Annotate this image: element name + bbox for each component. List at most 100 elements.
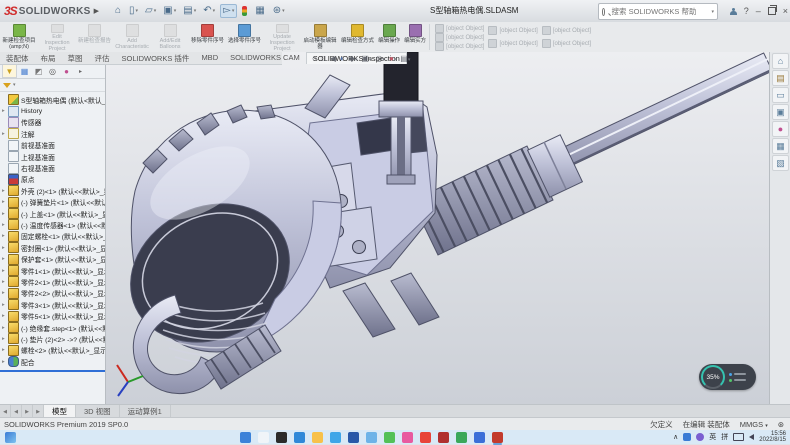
file-explorer-icon[interactable] — [312, 432, 323, 443]
tray-onedrive-icon[interactable] — [683, 433, 691, 441]
panel-chevron-icon[interactable]: ▸ — [74, 65, 87, 77]
view-orientation-icon[interactable]: ◆▾ — [349, 54, 358, 63]
home-icon[interactable]: ⌂ — [113, 5, 124, 17]
search-icon[interactable] — [258, 432, 269, 443]
zoom-area-icon[interactable]: □ — [321, 54, 326, 63]
file-explorer-tab-icon[interactable]: ▭ — [772, 87, 789, 103]
tree-filter[interactable]: ▾ — [0, 79, 105, 92]
close-button[interactable]: × — [783, 6, 788, 16]
tree-item[interactable]: ▸ S型轴箱热电偶 (默认<默认_显示状态-1 — [0, 94, 105, 105]
rebuild-icon[interactable]: ▮ — [240, 5, 250, 17]
tree-item[interactable]: ▸ 配合 — [0, 356, 105, 367]
print-icon[interactable]: ▤ ▾ — [181, 5, 198, 17]
ribbon-tab[interactable]: 装配体 — [0, 52, 35, 64]
options-icon[interactable]: ⊛ ▾ — [271, 5, 287, 17]
tree-item[interactable]: ▸ History — [0, 105, 105, 116]
hide-show-items-icon[interactable]: ◎▾ — [375, 54, 385, 63]
cast-icon[interactable] — [733, 433, 744, 441]
custom-properties-tab-icon[interactable]: ▦ — [772, 138, 789, 154]
ime-language-indicator[interactable]: 英 — [709, 432, 716, 442]
ribbon-button[interactable]: 编辑检查方式 — [339, 22, 376, 52]
save-icon[interactable]: ▣ ▾ — [161, 5, 178, 17]
tree-item[interactable]: ▸ (-) 温度传感器<1> (默认<<默认>_ — [0, 219, 105, 230]
design-library-tab-icon[interactable]: ▤ — [772, 70, 789, 86]
search-caret-icon[interactable]: ▾ — [711, 9, 714, 15]
ribbon-button[interactable]: Add Characteristic — [113, 22, 151, 52]
tree-item[interactable]: ▸ 传感器 — [0, 117, 105, 128]
ribbon-tab[interactable]: SOLIDWORKS 插件 — [116, 52, 196, 64]
taskbar-clock[interactable]: 15:562022/8/15 — [759, 431, 786, 444]
ribbon-tab[interactable]: 草图 — [62, 52, 89, 64]
edge-icon[interactable] — [294, 432, 305, 443]
ribbon-button[interactable]: Edit Inspection Project — [38, 22, 76, 52]
tree-item[interactable]: ▸ 零件2<1> (默认<<默认>_显示状态 — [0, 276, 105, 287]
view-settings-icon[interactable]: ▤▾ — [400, 54, 410, 63]
tree-item[interactable]: ▸ 右视基准面 — [0, 162, 105, 173]
tree-item[interactable]: ▸ 外壳 (2)<1> (默认<<默认>_显示状 — [0, 185, 105, 196]
export-menu-item[interactable]: [object Object] — [435, 24, 484, 33]
tree-item[interactable]: ▸ 固定螺栓<1> (默认<<默认>_显示 — [0, 231, 105, 242]
ribbon-button[interactable]: 新建检查项目 (amp;N) — [0, 22, 38, 52]
undo-icon[interactable]: ↶ ▾ — [201, 5, 217, 17]
select-icon[interactable]: ▻ ▾ — [220, 4, 237, 18]
tree-item[interactable]: ▸ 零件2<2> (默认<<默认>_显示状态 — [0, 288, 105, 299]
export-menu-item[interactable]: [object Object] — [542, 39, 591, 48]
tree-item[interactable]: ▸ 零件1<1> (默认<<默认>_显示状态 — [0, 265, 105, 276]
minimize-button[interactable]: – — [756, 6, 761, 16]
ribbon-button[interactable]: 启动模板编辑器 — [301, 22, 339, 52]
status-gear-icon[interactable]: ⊛ — [778, 420, 784, 429]
ribbon-button[interactable]: 编辑操作 — [376, 22, 402, 52]
featuremanager-tab-icon[interactable]: ▼ — [2, 64, 17, 78]
section-view-icon[interactable]: ◐ — [340, 54, 345, 63]
tree-item[interactable]: ▸ 上视基准面 — [0, 151, 105, 162]
ime-mode-indicator[interactable]: 拼 — [721, 432, 728, 442]
start-icon[interactable] — [240, 432, 251, 443]
ribbon-tab[interactable]: SOLIDWORKS CAM — [224, 52, 306, 64]
ribbon-tab[interactable]: 评估 — [89, 52, 116, 64]
tree-item[interactable]: ▸ 零件5<1> (默认<<默认>_显示状态 — [0, 310, 105, 321]
resources-tab-icon[interactable]: ⌂ — [772, 53, 789, 69]
zoom-fit-icon[interactable]: ○ — [312, 54, 317, 63]
color-wheel-icon[interactable] — [402, 432, 413, 443]
forum-tab-icon[interactable]: ▧ — [772, 155, 789, 171]
solidworks-taskbar-icon[interactable] — [492, 432, 503, 443]
tree-item[interactable]: ▸ 前视基准面 — [0, 140, 105, 151]
units-selector[interactable]: MMGS ▾ — [740, 420, 768, 429]
mail-icon[interactable] — [330, 432, 341, 443]
tree-item[interactable]: ▸ 原点 — [0, 174, 105, 185]
chrome-icon[interactable] — [420, 432, 431, 443]
ribbon-button[interactable]: 移除零件序号 — [189, 22, 226, 52]
widgets-icon[interactable] — [5, 432, 16, 443]
wps-icon[interactable] — [474, 432, 485, 443]
dimxpert-tab-icon[interactable]: ◎ — [46, 65, 59, 77]
view-palette-tab-icon[interactable]: ▣ — [772, 104, 789, 120]
rollback-bar[interactable] — [0, 370, 105, 372]
open-icon[interactable]: ▱ ▾ — [143, 5, 158, 17]
logo-flyout-arrow[interactable]: ▶ — [94, 7, 99, 15]
help-button[interactable]: ? — [744, 6, 749, 16]
export-menu-item[interactable]: [object Object] — [435, 33, 484, 42]
ribbon-button[interactable]: Add/Edit Balloons — [151, 22, 189, 52]
export-menu-item[interactable]: [object Object] — [488, 39, 537, 48]
tree-item[interactable]: ▸ (-) 弹簧垫片<1> (默认<<默认>_显 — [0, 197, 105, 208]
ribbon-button[interactable]: Update Inspection Project — [263, 22, 301, 52]
notes-icon[interactable] — [456, 432, 467, 443]
photos-icon[interactable] — [348, 432, 359, 443]
tree-item[interactable]: ▸ 保护套<1> (默认<<默认>_显示状 — [0, 253, 105, 264]
display-style-icon[interactable]: ▣▾ — [361, 54, 371, 63]
export-menu-item[interactable]: [object Object] — [488, 26, 537, 35]
recorder-overlay[interactable]: 35% — [699, 364, 756, 390]
tree-item[interactable]: ▸ (-) 上盖<1> (默认<<默认>_显示状 — [0, 208, 105, 219]
tree-item[interactable]: ▸ 注解 — [0, 128, 105, 139]
ribbon-button[interactable]: 新建检查报告 — [76, 22, 113, 52]
tree-item[interactable]: ▸ 密封圈<1> (默认<<默认>_显示状 — [0, 242, 105, 253]
ribbon-tab[interactable]: MBD — [195, 52, 224, 64]
dictionary-icon[interactable] — [438, 432, 449, 443]
graphics-area[interactable] — [105, 52, 769, 404]
previous-view-icon[interactable]: ◀ — [330, 54, 336, 63]
tree-item[interactable]: ▸ (-) 绝缘套.step<1> (默认<<默认> — [0, 322, 105, 333]
displaymanager-tab-icon[interactable]: ◩ — [32, 65, 45, 77]
restore-button[interactable] — [768, 7, 776, 15]
tray-security-icon[interactable] — [696, 433, 704, 441]
tree-item[interactable]: ▸ (-) 垫片 (2)<2> ->? (默认<<默认> — [0, 333, 105, 344]
